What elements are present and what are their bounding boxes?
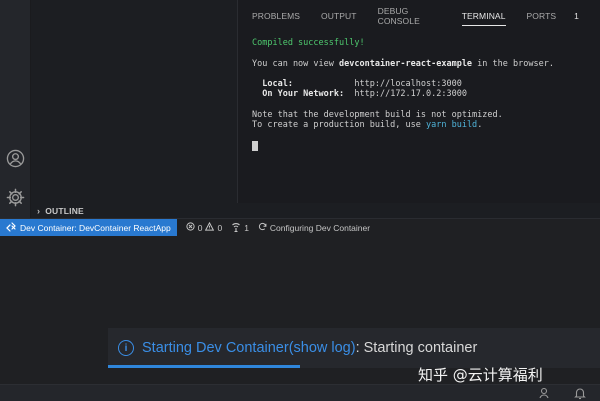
remote-indicator[interactable]: Dev Container: DevContainer ReactApp bbox=[0, 218, 177, 237]
tab-terminal[interactable]: TERMINAL bbox=[461, 0, 506, 32]
notification-toast: i Starting Dev Container (show log) : St… bbox=[108, 328, 600, 368]
warning-count: 0 bbox=[217, 222, 223, 233]
network-label: On Your Network: bbox=[252, 89, 345, 100]
tab-ports[interactable]: PORTS 1 bbox=[527, 0, 579, 32]
info-icon: i bbox=[118, 340, 134, 356]
feedback-icon[interactable] bbox=[538, 386, 552, 400]
outline-label: OUTLINE bbox=[45, 205, 84, 216]
bottom-strip bbox=[0, 384, 600, 401]
status-bar: Dev Container: DevContainer ReactApp 0 0… bbox=[0, 218, 600, 237]
view-suffix: in the browser. bbox=[472, 58, 554, 69]
error-icon bbox=[186, 222, 195, 233]
terminal-cursor bbox=[252, 140, 258, 151]
notification-prefix: Starting Dev Container bbox=[142, 340, 289, 356]
notification-progress-bar bbox=[108, 365, 300, 368]
remote-label: Dev Container: DevContainer ReactApp bbox=[20, 222, 171, 233]
tab-label: PROBLEMS bbox=[252, 11, 301, 21]
remote-icon bbox=[6, 221, 16, 234]
error-count: 0 bbox=[197, 222, 203, 233]
build-command: yarn build bbox=[426, 120, 478, 131]
configuring-status[interactable]: Configuring Dev Container bbox=[258, 222, 370, 233]
tab-label: TERMINAL bbox=[461, 11, 506, 21]
chevron-right-icon: › bbox=[37, 205, 41, 216]
ports-indicator[interactable]: 1 bbox=[231, 222, 249, 234]
sync-icon bbox=[258, 222, 267, 233]
task-label: Configuring Dev Container bbox=[269, 222, 371, 233]
account-icon[interactable] bbox=[5, 148, 26, 169]
note-line: Note that the development build is not o… bbox=[252, 110, 503, 121]
sidebar bbox=[31, 0, 237, 203]
tab-output[interactable]: OUTPUT bbox=[321, 0, 357, 32]
tab-debug-console[interactable]: DEBUG CONSOLE bbox=[378, 0, 441, 32]
gear-icon[interactable] bbox=[5, 187, 26, 208]
tab-problems[interactable]: PROBLEMS bbox=[252, 0, 300, 32]
local-url[interactable]: http://localhost:3000 bbox=[354, 79, 461, 89]
compiled-message: Compiled successfully! bbox=[252, 38, 365, 48]
tab-label: OUTPUT bbox=[321, 11, 357, 21]
local-label: Local: bbox=[252, 79, 293, 90]
build-prefix: To create a production build, use bbox=[252, 120, 426, 131]
tab-label: PORTS bbox=[526, 11, 557, 21]
activity-bar bbox=[0, 0, 31, 218]
warning-icon bbox=[205, 221, 215, 233]
bell-icon[interactable] bbox=[573, 386, 587, 400]
notification-suffix: : Starting container bbox=[355, 340, 478, 356]
tab-label: DEBUG CONSOLE bbox=[377, 6, 420, 26]
ports-count: 1 bbox=[244, 222, 249, 233]
outline-section-header[interactable]: › OUTLINE bbox=[31, 203, 600, 218]
terminal-output[interactable]: Compiled successfully! You can now view … bbox=[252, 38, 594, 152]
problems-indicator[interactable]: 0 0 bbox=[186, 221, 223, 233]
network-url[interactable]: http://172.17.0.2:3000 bbox=[354, 89, 467, 99]
watermark: 知乎 @云计算福利 bbox=[418, 366, 543, 384]
show-log-link[interactable]: (show log) bbox=[289, 340, 356, 356]
ports-count-badge: 1 bbox=[574, 11, 579, 21]
build-suffix: . bbox=[477, 120, 483, 131]
view-prefix: You can now view bbox=[252, 58, 339, 69]
ports-icon bbox=[231, 222, 241, 234]
panel-tabs: PROBLEMS OUTPUT DEBUG CONSOLE TERMINAL P… bbox=[238, 0, 600, 32]
terminal-panel: PROBLEMS OUTPUT DEBUG CONSOLE TERMINAL P… bbox=[237, 0, 600, 203]
app-name: devcontainer-react-example bbox=[339, 58, 473, 69]
